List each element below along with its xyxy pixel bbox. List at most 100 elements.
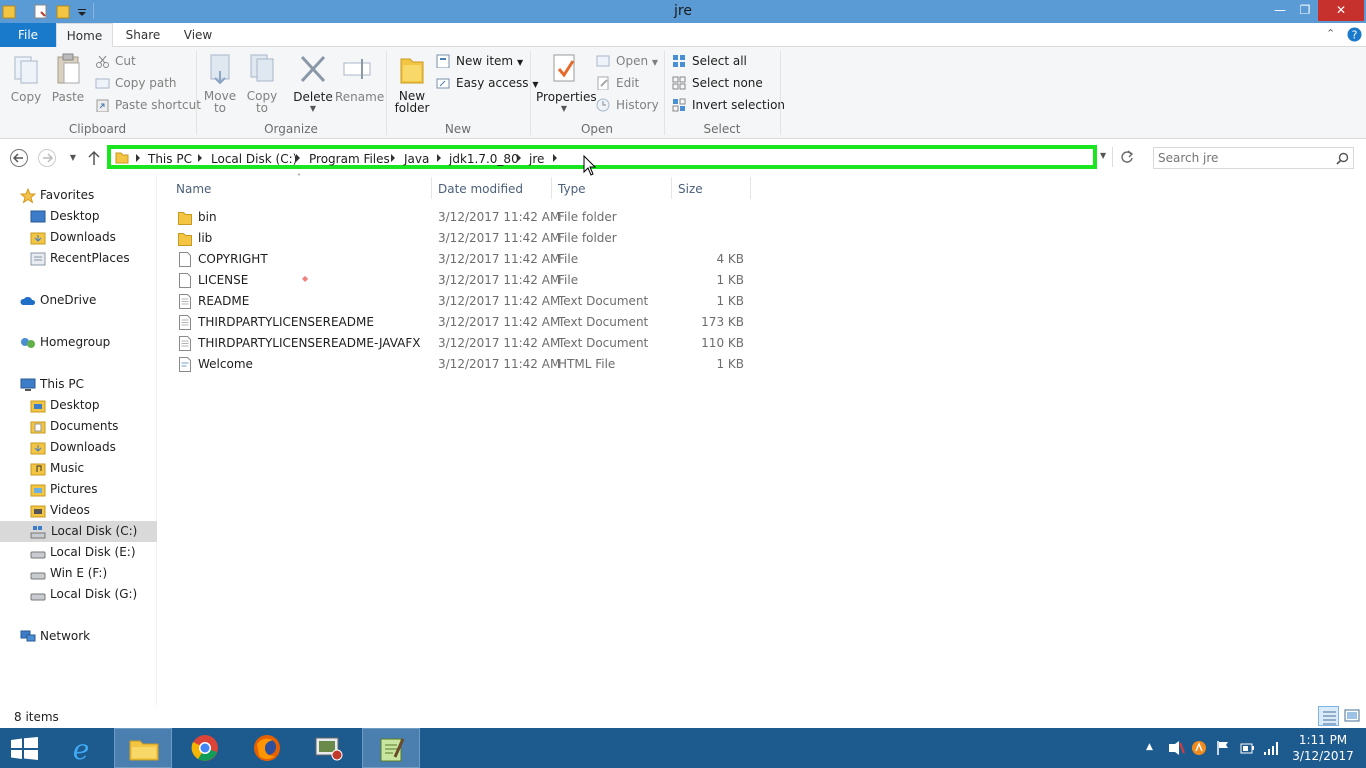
invert-selection-button[interactable]: Invert selection	[672, 95, 785, 115]
antivirus-tray-icon[interactable]	[1167, 740, 1185, 756]
column-divider[interactable]	[431, 177, 432, 199]
restore-button[interactable]: ❐	[1290, 0, 1320, 21]
delete-dropdown-icon[interactable]: ▼	[292, 104, 334, 114]
breadcrumb-jdk[interactable]: jdk1.7.0_80	[449, 152, 519, 166]
nav-pc-pictures[interactable]: Pictures	[30, 479, 157, 500]
file-row-readme[interactable]: README 3/12/2017 11:42 AM Text Document …	[175, 291, 750, 312]
nav-network[interactable]: Network	[20, 626, 157, 647]
open-dropdown-icon[interactable]: ▼	[652, 58, 658, 67]
easy-access-button[interactable]: Easy access ▼	[436, 73, 539, 93]
show-hidden-icons[interactable]: ▲	[1146, 742, 1153, 752]
taskbar-internet-explorer[interactable]: e	[52, 728, 110, 768]
breadcrumb-local-disk-c[interactable]: Local Disk (C:)	[211, 152, 297, 166]
address-bar[interactable]: This PC Local Disk (C:) Program Files Ja…	[107, 145, 1097, 169]
file-row-copyright[interactable]: COPYRIGHT 3/12/2017 11:42 AM File 4 KB	[175, 249, 750, 270]
tab-view[interactable]: View	[172, 23, 224, 47]
file-row-thirdpartylicensereadme-javafx[interactable]: THIRDPARTYLICENSEREADME-JAVAFX 3/12/2017…	[175, 333, 750, 354]
column-header-size[interactable]: Size	[678, 181, 703, 197]
power-tray-icon[interactable]	[1239, 740, 1257, 756]
taskbar-firefox[interactable]	[238, 728, 296, 768]
nav-pc-videos[interactable]: Videos	[30, 500, 157, 521]
search-input[interactable]	[1158, 150, 1328, 166]
forward-icon[interactable]	[37, 148, 57, 168]
taskbar-notepad-plus-plus[interactable]	[362, 728, 420, 768]
tab-file[interactable]: File	[0, 23, 56, 47]
nav-favorites[interactable]: Favorites	[20, 185, 157, 206]
breadcrumb-chevron-icon[interactable]	[391, 154, 395, 162]
taskbar-file-explorer[interactable]	[114, 728, 172, 768]
nav-pc-win-e-f[interactable]: Win E (F:)	[30, 563, 157, 584]
properties-dropdown-icon[interactable]: ▼	[536, 104, 592, 114]
breadcrumb-program-files[interactable]: Program Files	[309, 152, 390, 166]
column-header-name[interactable]: Name	[176, 181, 211, 197]
close-button[interactable]: ✕	[1318, 0, 1364, 21]
cut-button[interactable]: Cut	[95, 51, 136, 71]
nav-fav-recentplaces[interactable]: RecentPlaces	[30, 248, 157, 269]
refresh-icon[interactable]	[1119, 149, 1135, 165]
paste-shortcut-button[interactable]: Paste shortcut	[95, 95, 201, 115]
nav-pc-local-disk-e[interactable]: Local Disk (E:)	[30, 542, 157, 563]
paste-button[interactable]: Paste	[50, 51, 86, 104]
select-all-button[interactable]: Select all	[672, 51, 747, 71]
column-divider[interactable]	[671, 177, 672, 199]
breadcrumb-chevron-icon[interactable]	[198, 154, 202, 162]
nav-pc-local-disk-g[interactable]: Local Disk (G:)	[30, 584, 157, 605]
file-row-bin[interactable]: bin 3/12/2017 11:42 AM File folder	[175, 207, 750, 228]
network-signal-icon[interactable]	[1263, 740, 1281, 756]
file-row-welcome[interactable]: Welcome 3/12/2017 11:42 AM HTML File 1 K…	[175, 354, 750, 375]
nav-fav-desktop[interactable]: Desktop	[30, 206, 157, 227]
nav-pc-music[interactable]: Music	[30, 458, 157, 479]
action-center-flag-icon[interactable]	[1216, 740, 1230, 756]
details-view-icon[interactable]	[1318, 706, 1339, 726]
search-icon[interactable]	[1336, 152, 1349, 165]
column-divider[interactable]	[551, 177, 552, 199]
help-icon[interactable]: ?	[1347, 27, 1362, 42]
history-button[interactable]: History	[596, 95, 659, 115]
tab-share[interactable]: Share	[116, 23, 170, 47]
tab-home[interactable]: Home	[56, 23, 113, 48]
edit-button[interactable]: Edit	[596, 73, 639, 93]
column-divider[interactable]	[750, 177, 751, 199]
nav-onedrive[interactable]: OneDrive	[20, 290, 157, 311]
breadcrumb-chevron-icon[interactable]	[136, 154, 140, 162]
file-row-thirdpartylicensereadme[interactable]: THIRDPARTYLICENSEREADME 3/12/2017 11:42 …	[175, 312, 750, 333]
copy-to-button[interactable]: Copy to	[244, 51, 280, 114]
breadcrumb-java[interactable]: Java	[404, 152, 429, 166]
nav-pc-downloads[interactable]: Downloads	[30, 437, 157, 458]
breadcrumb-this-pc[interactable]: This PC	[148, 152, 192, 166]
avast-tray-icon[interactable]	[1191, 740, 1207, 756]
column-header-date[interactable]: Date modified	[438, 181, 523, 197]
nav-pc-documents[interactable]: Documents	[30, 416, 157, 437]
select-none-button[interactable]: Select none	[672, 73, 763, 93]
properties-button[interactable]: Properties ▼	[536, 51, 597, 114]
nav-pc-desktop[interactable]: Desktop	[30, 395, 157, 416]
nav-pc-local-disk-c[interactable]: Local Disk (C:)	[0, 521, 157, 542]
file-row-lib[interactable]: lib 3/12/2017 11:42 AM File folder	[175, 228, 750, 249]
file-row-license[interactable]: LICENSE 3/12/2017 11:42 AM File 1 KB	[175, 270, 750, 291]
new-item-dropdown-icon[interactable]: ▼	[517, 58, 523, 67]
copy-path-button[interactable]: Copy path	[95, 73, 177, 93]
recent-locations-icon[interactable]: ▼	[63, 148, 83, 168]
delete-button[interactable]: Delete ▼	[292, 51, 334, 114]
breadcrumb-chevron-icon[interactable]	[553, 154, 557, 162]
new-folder-button[interactable]: New folder	[392, 51, 432, 114]
collapse-ribbon-icon[interactable]: ⌃	[1326, 27, 1340, 41]
copy-button[interactable]: Copy	[8, 51, 44, 104]
search-box[interactable]	[1153, 147, 1354, 169]
taskbar-screen-recorder[interactable]	[300, 728, 358, 768]
rename-button[interactable]: Rename	[335, 51, 384, 104]
clock[interactable]: 1:11 PM 3/12/2017	[1290, 732, 1356, 764]
nav-fav-downloads[interactable]: Downloads	[30, 227, 157, 248]
column-header-type[interactable]: Type	[558, 181, 586, 197]
breadcrumb-chevron-icon[interactable]	[437, 154, 441, 162]
move-to-button[interactable]: Move to	[202, 51, 238, 114]
nav-homegroup[interactable]: Homegroup	[20, 332, 157, 353]
taskbar-chrome[interactable]	[176, 728, 234, 768]
up-arrow-icon[interactable]	[86, 148, 106, 168]
nav-this-pc[interactable]: This PC	[20, 374, 157, 395]
back-icon[interactable]	[9, 148, 29, 168]
open-button[interactable]: Open ▼	[596, 51, 658, 71]
large-icons-view-icon[interactable]	[1343, 707, 1361, 725]
breadcrumb-jre[interactable]: jre	[529, 152, 544, 166]
breadcrumb-chevron-icon[interactable]	[296, 154, 300, 162]
